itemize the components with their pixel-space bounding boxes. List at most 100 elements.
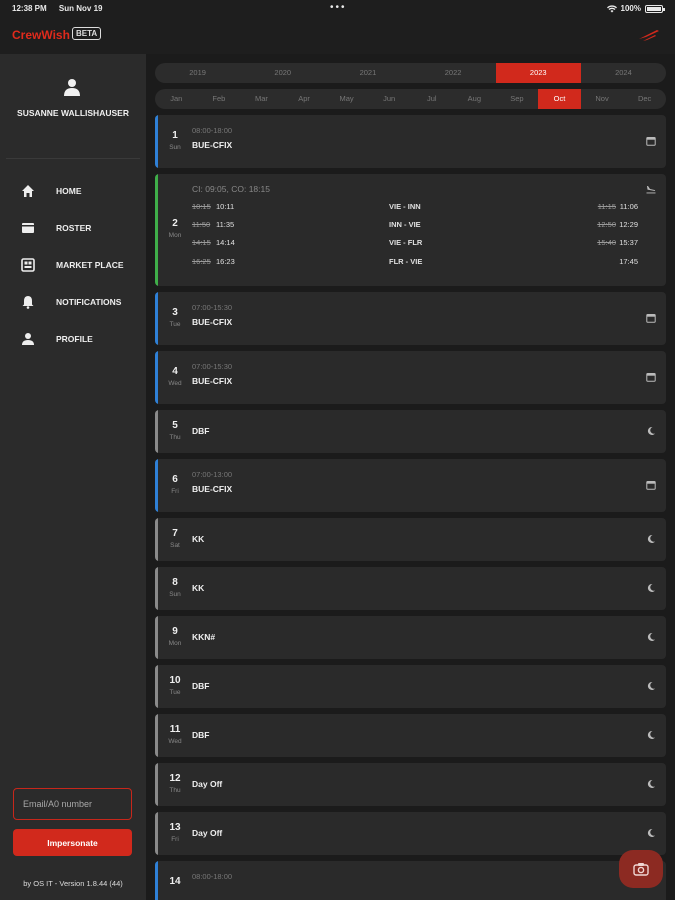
month-tab[interactable]: Mar bbox=[240, 89, 283, 109]
duty-code: KK bbox=[192, 534, 205, 544]
year-tab[interactable]: 2019 bbox=[155, 63, 240, 83]
flight-leg[interactable]: 14:15 14:14 VIE - FLR 15:40 15:37 bbox=[192, 238, 638, 250]
day-card[interactable]: 1 Sun 08:00-18:00 BUE-CFIX bbox=[155, 115, 666, 168]
day-card[interactable]: 10 Tue DBF bbox=[155, 665, 666, 708]
dep-planned: 16:25 bbox=[192, 257, 211, 266]
day-weekday: Tue bbox=[169, 321, 181, 328]
duty-code: DBF bbox=[192, 426, 210, 436]
day-number: 6 bbox=[172, 474, 178, 485]
flight-leg[interactable]: 11:50 11:35 INN - VIE 12:50 12:29 bbox=[192, 220, 638, 232]
moon-icon bbox=[647, 730, 655, 739]
arr-planned: 12:50 bbox=[597, 220, 616, 229]
moon-icon bbox=[647, 828, 655, 837]
sidebar-item-profile[interactable]: PROFILE bbox=[0, 320, 146, 357]
month-tab[interactable]: Aug bbox=[453, 89, 496, 109]
day-card[interactable]: 13 Fri Day Off bbox=[155, 812, 666, 855]
day-card[interactable]: 12 Thu Day Off bbox=[155, 763, 666, 806]
camera-icon bbox=[633, 863, 649, 876]
month-tab[interactable]: Nov bbox=[581, 89, 624, 109]
day-card[interactable]: 9 Mon KKN# bbox=[155, 616, 666, 659]
airline-logo-icon bbox=[639, 30, 659, 41]
calendar-icon bbox=[646, 137, 656, 146]
year-selector: 2019 2020 2021 2022 2023 2024 bbox=[155, 63, 666, 83]
sidebar-item-market-place[interactable]: MARKET PLACE bbox=[0, 246, 146, 283]
dep-planned: 10:15 bbox=[192, 202, 211, 211]
day-card[interactable]: 4 Wed 07:00-15:30 BUE-CFIX bbox=[155, 351, 666, 404]
flight-route: INN - VIE bbox=[389, 220, 421, 229]
moon-icon bbox=[647, 426, 655, 435]
email-field[interactable] bbox=[13, 788, 132, 820]
status-date: Sun Nov 19 bbox=[58, 4, 103, 13]
day-card[interactable]: 7 Sat KK bbox=[155, 518, 666, 561]
month-tab[interactable]: May bbox=[325, 89, 368, 109]
arr-actual: 15:37 bbox=[619, 238, 638, 247]
multitask-dots[interactable]: ••• bbox=[330, 2, 347, 13]
day-card[interactable]: 11 Wed DBF bbox=[155, 714, 666, 757]
day-number: 13 bbox=[169, 822, 181, 833]
day-weekday: Wed bbox=[168, 380, 182, 387]
sidebar-item-notifications[interactable]: NOTIFICATIONS bbox=[0, 283, 146, 320]
store-icon bbox=[21, 257, 35, 272]
month-tab[interactable]: Feb bbox=[198, 89, 241, 109]
day-card[interactable]: 3 Tue 07:00-15:30 BUE-CFIX bbox=[155, 292, 666, 345]
year-tab-selected[interactable]: 2023 bbox=[495, 63, 581, 83]
day-accent bbox=[155, 115, 158, 168]
month-tab[interactable]: Jun bbox=[368, 89, 411, 109]
day-number: 11 bbox=[169, 724, 181, 735]
day-card[interactable]: 6 Fri 07:00-13:00 BUE-CFIX bbox=[155, 459, 666, 512]
app-header: CrewWish BETA bbox=[0, 18, 675, 54]
month-tab[interactable]: Dec bbox=[623, 89, 666, 109]
day-number: 4 bbox=[172, 366, 178, 377]
day-weekday: Sun bbox=[169, 144, 181, 151]
day-weekday: Mon bbox=[168, 640, 182, 647]
dep-actual: 16:23 bbox=[216, 257, 235, 266]
day-number: 3 bbox=[172, 307, 178, 318]
impersonate-button[interactable]: Impersonate bbox=[13, 829, 132, 856]
year-tab[interactable]: 2021 bbox=[325, 63, 410, 83]
duty-code: DBF bbox=[192, 730, 210, 740]
sidebar-item-home[interactable]: HOME bbox=[0, 172, 146, 209]
day-card[interactable]: 14 08:00-18:00 bbox=[155, 861, 666, 900]
flight-leg[interactable]: 16:25 16:23 FLR - VIE 17:45 bbox=[192, 257, 638, 269]
calendar-icon bbox=[646, 481, 656, 490]
day-weekday: Mon bbox=[168, 232, 182, 239]
day-number: 10 bbox=[169, 675, 181, 686]
duty-code: BUE-CFIX bbox=[192, 376, 233, 386]
month-tab[interactable]: Jan bbox=[155, 89, 198, 109]
dep-actual: 10:11 bbox=[216, 202, 235, 211]
day-weekday: Wed bbox=[168, 738, 182, 745]
status-right: 100% bbox=[606, 4, 665, 13]
app-logo[interactable]: CrewWish bbox=[12, 28, 70, 42]
day-weekday: Sun bbox=[169, 591, 181, 598]
sidebar-nav: HOME ROSTER MARKET PLACE NOTIFICATIONS P… bbox=[0, 172, 146, 357]
moon-icon bbox=[647, 534, 655, 543]
year-tab[interactable]: 2022 bbox=[411, 63, 496, 83]
month-tab[interactable]: Sep bbox=[496, 89, 539, 109]
year-tab[interactable]: 2024 bbox=[581, 63, 666, 83]
day-card[interactable]: 5 Thu DBF bbox=[155, 410, 666, 453]
arr-planned: 15:40 bbox=[597, 238, 616, 247]
day-accent bbox=[155, 351, 158, 404]
day-weekday: Sat bbox=[170, 542, 180, 549]
day-accent bbox=[155, 174, 158, 286]
duty-code: Day Off bbox=[192, 828, 223, 838]
month-tab[interactable]: Jul bbox=[410, 89, 453, 109]
day-weekday: Fri bbox=[171, 488, 179, 495]
arr-planned: 11:15 bbox=[597, 202, 616, 211]
day-accent bbox=[155, 410, 158, 453]
calendar-icon bbox=[646, 373, 656, 382]
flight-leg[interactable]: 10:15 10:11 VIE - INN 11:15 11:06 bbox=[192, 202, 638, 214]
day-card-flight[interactable]: 2 Mon CI: 09:05, CO: 18:15 10:15 10:11 V… bbox=[155, 174, 666, 286]
year-tab[interactable]: 2020 bbox=[240, 63, 325, 83]
camera-fab-button[interactable] bbox=[619, 850, 663, 888]
dep-planned: 14:15 bbox=[192, 238, 211, 247]
sidebar-item-roster[interactable]: ROSTER bbox=[0, 209, 146, 246]
flight-route: FLR - VIE bbox=[389, 257, 423, 266]
day-weekday: Fri bbox=[171, 836, 179, 843]
battery-percent: 100% bbox=[620, 4, 641, 13]
day-card[interactable]: 8 Sun KK bbox=[155, 567, 666, 610]
month-tab-selected[interactable]: Oct bbox=[538, 89, 581, 109]
flight-route: VIE - INN bbox=[389, 202, 421, 211]
month-tab[interactable]: Apr bbox=[283, 89, 326, 109]
duty-code: DBF bbox=[192, 681, 210, 691]
